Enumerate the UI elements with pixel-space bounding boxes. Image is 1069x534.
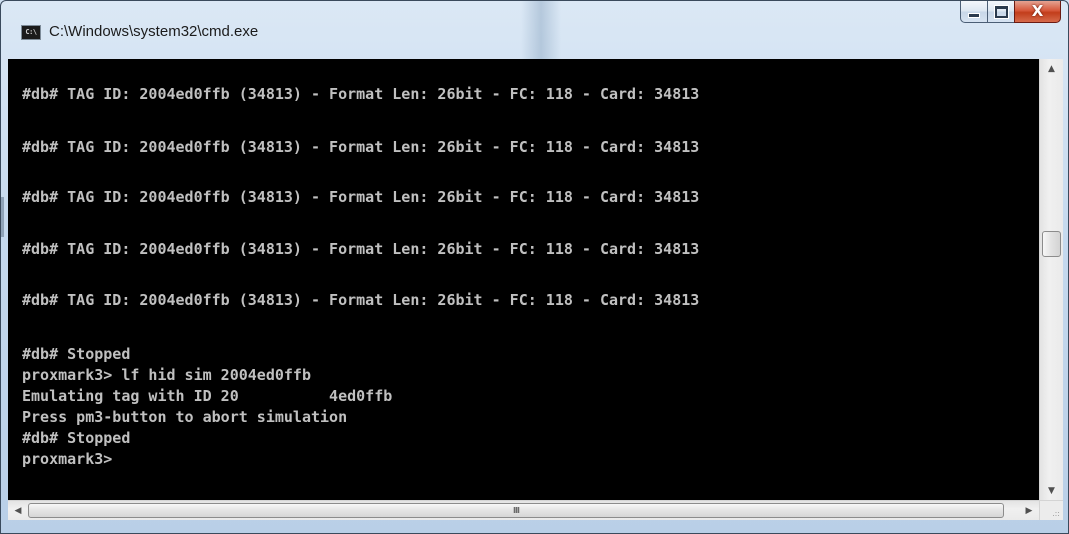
console-line: #db# TAG ID: 2004ed0ffb (34813) - Format…: [22, 138, 700, 156]
window-title: C:\Windows\system32\cmd.exe: [49, 23, 259, 40]
title-bar-highlight: [521, 1, 561, 59]
close-button[interactable]: X: [1014, 1, 1061, 23]
console-line: #db# TAG ID: 2004ed0ffb (34813) - Format…: [22, 188, 700, 206]
console-client-area: #db# TAG ID: 2004ed0ffb (34813) - Format…: [8, 59, 1063, 520]
thumb-grip-icon: III: [513, 506, 520, 515]
console-line: #db# TAG ID: 2004ed0ffb (34813) - Format…: [22, 85, 700, 103]
cmd-app-icon[interactable]: C:\: [21, 25, 41, 40]
horizontal-scrollbar[interactable]: ◀ III ▶: [8, 500, 1039, 520]
console-line: #db# TAG ID: 2004ed0ffb (34813) - Format…: [22, 291, 700, 309]
vertical-scrollbar[interactable]: ▲ ▼: [1039, 59, 1063, 500]
console-line: Press pm3-button to abort simulation: [22, 408, 348, 426]
console-line: #db# TAG ID: 2004ed0ffb (34813) - Format…: [22, 240, 700, 258]
arrow-down-icon: ▼: [1048, 485, 1055, 496]
maximize-button[interactable]: [987, 1, 1014, 23]
scroll-right-button[interactable]: ▶: [1019, 501, 1039, 520]
arrow-right-icon: ▶: [1025, 505, 1033, 516]
scroll-up-button[interactable]: ▲: [1040, 59, 1063, 78]
resize-grip-icon[interactable]: .::: [1039, 500, 1063, 520]
caption-buttons: X: [960, 1, 1061, 25]
minimize-icon: [968, 13, 980, 18]
minimize-button[interactable]: [960, 1, 987, 23]
console-line: #db# Stopped: [22, 429, 131, 447]
console-line: proxmark3> lf hid sim 2004ed0ffb: [22, 366, 311, 384]
console-line: #db# Stopped: [22, 345, 131, 363]
scroll-left-button[interactable]: ◀: [8, 501, 28, 520]
console-line: Emulating tag with ID 20 4ed0ffb: [22, 387, 393, 405]
console-prompt: proxmark3>: [22, 450, 113, 468]
frame-edge-mark: [1, 197, 4, 237]
arrow-up-icon: ▲: [1048, 63, 1055, 74]
close-icon: X: [1031, 2, 1044, 20]
console-output[interactable]: #db# TAG ID: 2004ed0ffb (34813) - Format…: [8, 59, 1039, 500]
horizontal-scroll-thumb[interactable]: III: [28, 503, 1004, 518]
vertical-scroll-thumb[interactable]: [1042, 231, 1061, 257]
cmd-window: C:\ C:\Windows\system32\cmd.exe X #db# T…: [0, 0, 1069, 534]
maximize-icon: [994, 5, 1008, 18]
scroll-down-button[interactable]: ▼: [1040, 481, 1063, 500]
title-bar[interactable]: C:\ C:\Windows\system32\cmd.exe X: [1, 1, 1068, 59]
arrow-left-icon: ◀: [14, 505, 22, 516]
